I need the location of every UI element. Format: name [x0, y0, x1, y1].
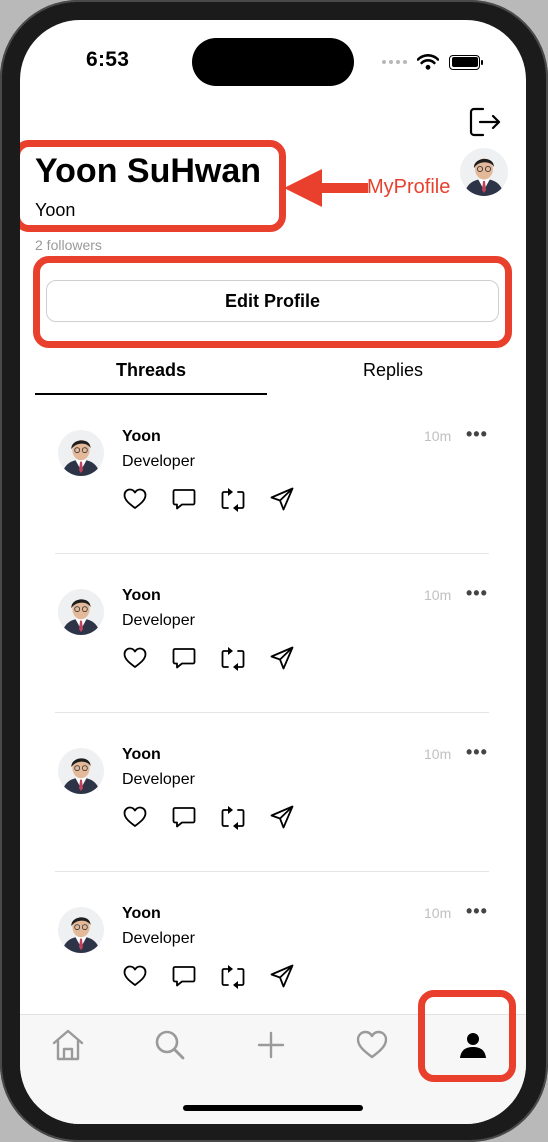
- thread-time: 10m: [424, 746, 452, 762]
- battery-icon: [449, 54, 483, 70]
- repost-icon[interactable]: [220, 486, 246, 512]
- divider: [55, 871, 489, 872]
- thread-avatar[interactable]: [58, 589, 104, 635]
- share-icon[interactable]: [269, 645, 295, 671]
- thread-actions: [122, 645, 295, 671]
- thread-avatar[interactable]: [58, 748, 104, 794]
- home-icon: [52, 1029, 84, 1061]
- cellular-signal-icon: [382, 60, 407, 64]
- thread-actions: [122, 804, 295, 830]
- plus-icon: [257, 1031, 285, 1059]
- tab-bar-search[interactable]: [145, 1025, 195, 1065]
- comment-icon[interactable]: [171, 804, 197, 830]
- logout-icon[interactable]: [468, 106, 502, 138]
- divider: [55, 712, 489, 713]
- tab-replies[interactable]: Replies: [282, 360, 504, 381]
- repost-icon[interactable]: [220, 645, 246, 671]
- annotation-arrow-icon: [284, 169, 368, 207]
- tab-bar-home[interactable]: [43, 1025, 93, 1065]
- more-options-icon[interactable]: •••: [466, 583, 488, 604]
- heart-icon[interactable]: [122, 486, 148, 512]
- tab-bar-new-thread[interactable]: [246, 1025, 296, 1065]
- thread-actions: [122, 486, 295, 512]
- thread-time: 10m: [424, 587, 452, 603]
- thread-list: Yoon Developer 10m ••• Yoon Developer 10m ••• Yo…: [20, 416, 526, 1052]
- share-icon[interactable]: [269, 963, 295, 989]
- thread-author: Yoon: [122, 905, 161, 922]
- thread-content: Developer: [122, 453, 195, 470]
- thread-avatar[interactable]: [58, 907, 104, 953]
- annotation-box-profile-tab: [418, 990, 516, 1082]
- tab-bar-activity[interactable]: [347, 1025, 397, 1065]
- heart-icon[interactable]: [122, 963, 148, 989]
- thread-actions: [122, 963, 295, 989]
- heart-icon[interactable]: [122, 804, 148, 830]
- status-icons: [382, 54, 483, 70]
- phone-frame: 6:53 Yoon SuHwan Yoon 2 followers Edit P…: [0, 0, 548, 1142]
- divider: [55, 553, 489, 554]
- thread-author: Yoon: [122, 428, 161, 445]
- more-options-icon[interactable]: •••: [466, 901, 488, 922]
- repost-icon[interactable]: [220, 804, 246, 830]
- dynamic-island: [192, 38, 354, 86]
- thread-author: Yoon: [122, 587, 161, 604]
- comment-icon[interactable]: [171, 963, 197, 989]
- thread-content: Developer: [122, 771, 195, 788]
- comment-icon[interactable]: [171, 645, 197, 671]
- thread-item[interactable]: Yoon Developer 10m •••: [20, 734, 526, 893]
- more-options-icon[interactable]: •••: [466, 742, 488, 763]
- thread-time: 10m: [424, 905, 452, 921]
- search-icon: [155, 1030, 185, 1060]
- tab-threads[interactable]: Threads: [35, 360, 267, 381]
- more-options-icon[interactable]: •••: [466, 424, 488, 445]
- wifi-icon: [417, 54, 439, 70]
- thread-content: Developer: [122, 930, 195, 947]
- thread-avatar[interactable]: [58, 430, 104, 476]
- thread-item[interactable]: Yoon Developer 10m •••: [20, 575, 526, 734]
- followers-count[interactable]: 2 followers: [35, 237, 102, 253]
- status-time: 6:53: [86, 48, 130, 71]
- profile-avatar: [460, 148, 508, 196]
- share-icon[interactable]: [269, 804, 295, 830]
- screen: 6:53 Yoon SuHwan Yoon 2 followers Edit P…: [20, 20, 526, 1124]
- annotation-box-profile-name: [20, 140, 286, 232]
- annotation-box-edit-profile: [33, 256, 512, 348]
- thread-content: Developer: [122, 612, 195, 629]
- heart-icon: [356, 1030, 388, 1059]
- annotation-label: MyProfile: [367, 176, 451, 198]
- comment-icon[interactable]: [171, 486, 197, 512]
- heart-icon[interactable]: [122, 645, 148, 671]
- tab-selected-indicator: [35, 393, 267, 395]
- home-indicator: [183, 1105, 363, 1111]
- thread-author: Yoon: [122, 746, 161, 763]
- repost-icon[interactable]: [220, 963, 246, 989]
- thread-time: 10m: [424, 428, 452, 444]
- share-icon[interactable]: [269, 486, 295, 512]
- thread-item[interactable]: Yoon Developer 10m •••: [20, 416, 526, 575]
